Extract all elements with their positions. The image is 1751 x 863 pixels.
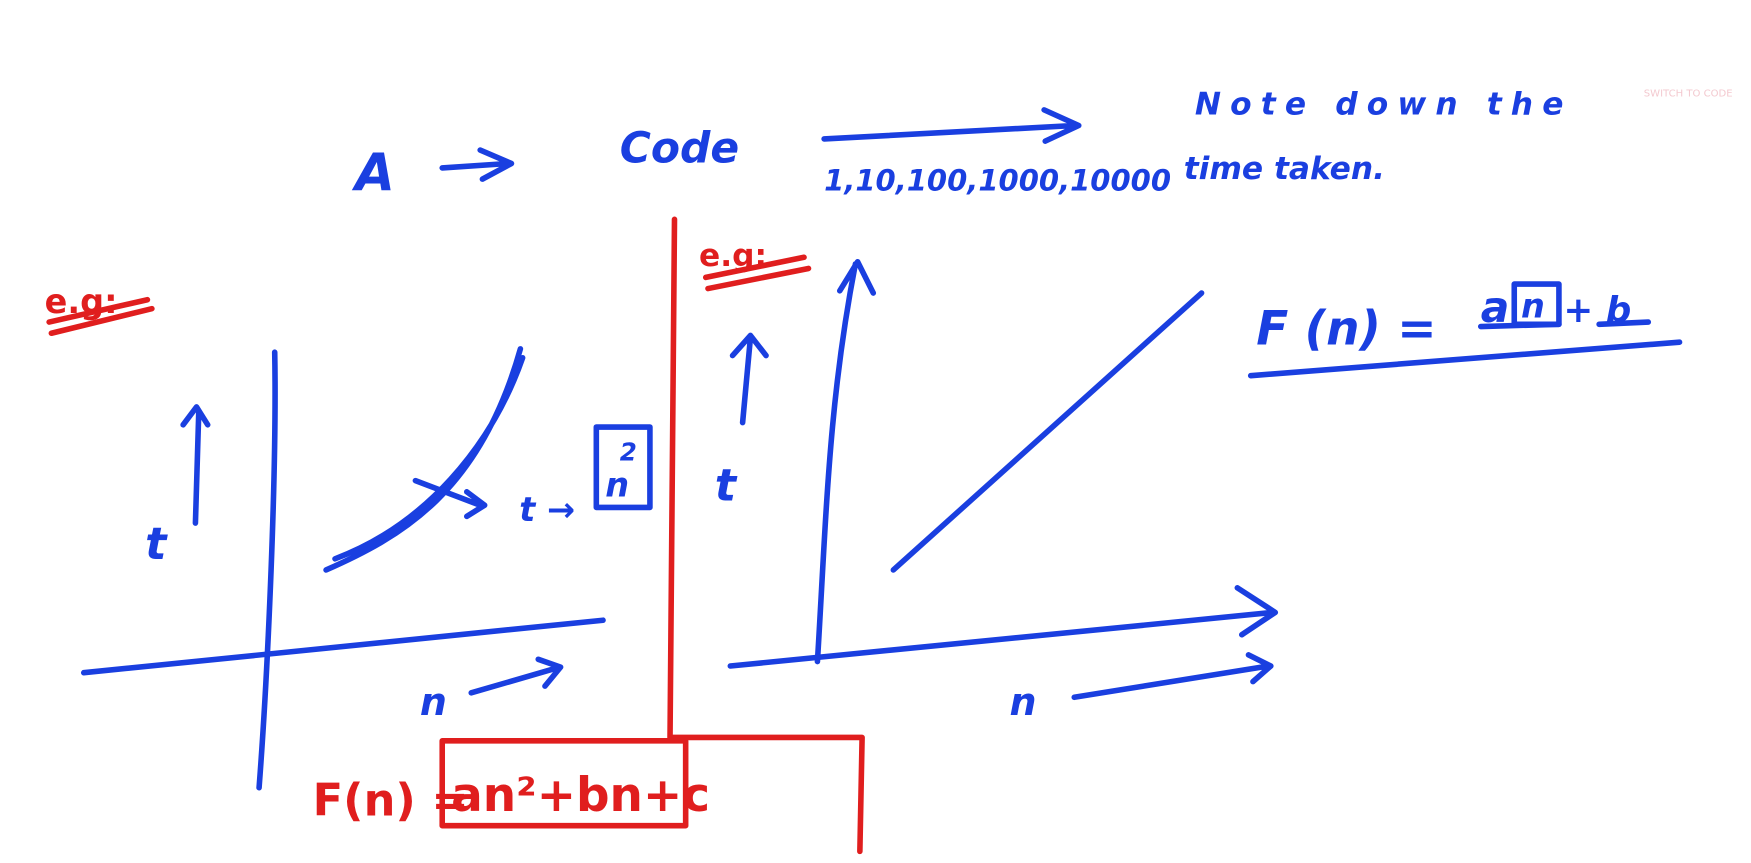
- a-label: A: [351, 143, 395, 203]
- linear-line: [890, 290, 1205, 573]
- left-y-label: t: [145, 518, 168, 570]
- code-label: Code: [620, 124, 739, 173]
- inputs-label: 1,10,100,1000,10000: [824, 163, 1171, 197]
- right-x-label: n: [1010, 680, 1037, 724]
- box-power: 2: [620, 438, 637, 467]
- left-x-axis: [80, 617, 606, 676]
- watermark: SWITCH TO CODE: [1644, 88, 1733, 99]
- left-formula-prefix: F(n) =: [313, 775, 469, 827]
- right-formula-prefix: F (n) =: [1256, 301, 1436, 356]
- long-arrow: [821, 107, 1082, 144]
- left-y-axis: [256, 349, 278, 791]
- left-n-arrow: [468, 656, 564, 696]
- quadratic-curve: [323, 346, 526, 573]
- whiteboard-drawing: A Code 1,10,100,1000,10000 Note down the…: [45, 86, 1733, 855]
- t-arrow-label: t →: [519, 490, 575, 529]
- note-line-2: time taken.: [1184, 151, 1385, 187]
- box-base: n: [605, 465, 629, 504]
- right-y-axis: [814, 258, 877, 665]
- right-t-arrow: [729, 332, 769, 426]
- right-x-axis: [727, 585, 1279, 669]
- note-line-1: Note down the: [1195, 86, 1564, 122]
- right-y-label: t: [715, 460, 738, 512]
- left-formula-box-text: an²+bn+c: [451, 768, 710, 823]
- whiteboard: A Code 1,10,100,1000,10000 Note down the…: [0, 0, 1751, 863]
- red-divider: [667, 216, 865, 855]
- arrow-a-to-code: [439, 147, 515, 182]
- right-n-arrow: [1071, 652, 1274, 701]
- left-x-label: n: [420, 680, 447, 724]
- right-formula-n: n: [1521, 287, 1545, 326]
- left-t-arrow: [180, 404, 211, 526]
